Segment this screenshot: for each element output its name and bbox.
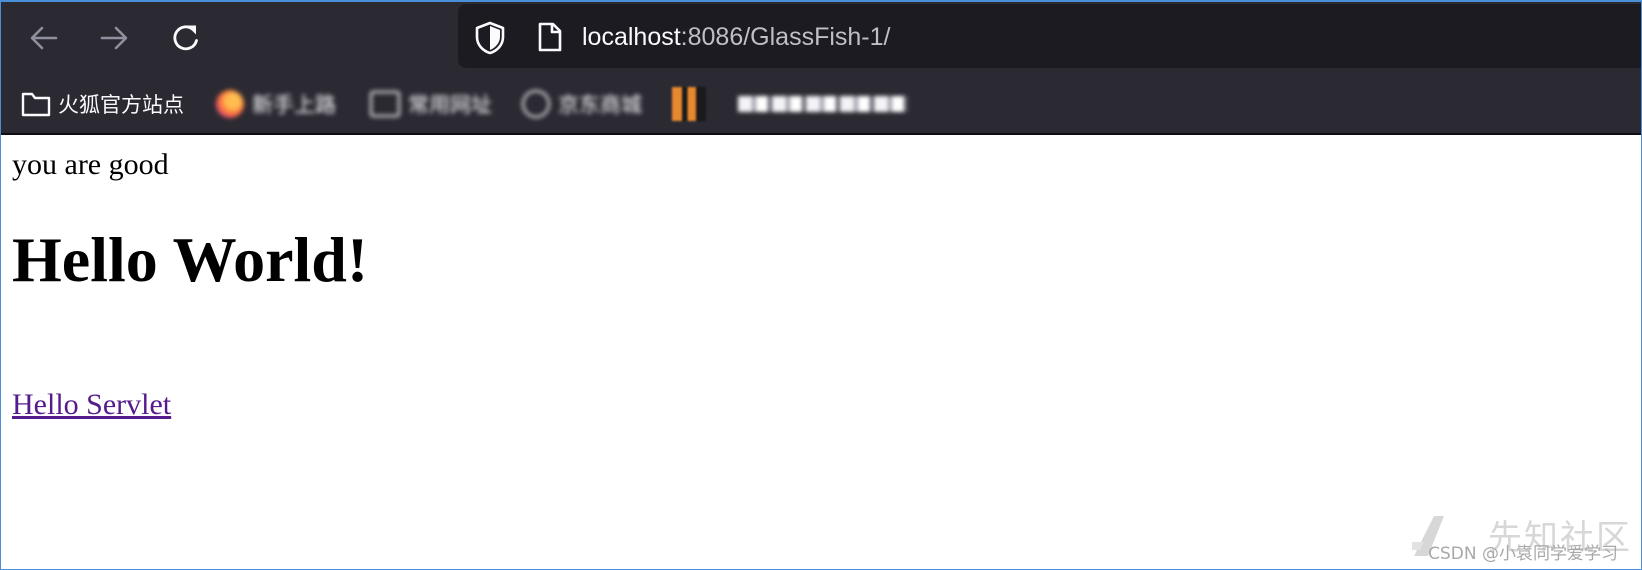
bookmark-item[interactable]	[672, 87, 706, 121]
bookmark-label: 火狐官方站点	[58, 94, 184, 117]
bookmark-folder[interactable]: 火狐官方站点	[20, 87, 184, 121]
url-text[interactable]: localhost:8086/GlassFish-1/	[582, 4, 891, 68]
folder-icon	[370, 91, 400, 117]
url-bar[interactable]: localhost:8086/GlassFish-1/	[458, 4, 1642, 68]
bookmark-item[interactable]: 新手上路	[216, 87, 336, 121]
bookmark-item[interactable]	[738, 87, 908, 121]
reload-button[interactable]	[166, 18, 206, 58]
greeting-text: you are good	[12, 148, 169, 181]
bookmark-item[interactable]: 常用网址	[370, 87, 492, 121]
arrow-right-icon	[100, 26, 128, 50]
arrow-left-icon	[30, 26, 58, 50]
bookmark-item[interactable]: 京东商城	[522, 87, 642, 121]
redacted-bookmark-icon	[738, 96, 908, 112]
watermark-credit: CSDN @小袁同学爱学习	[1428, 544, 1618, 564]
bookmarks-toolbar: 火狐官方站点 新手上路 常用网址 京东商城	[0, 75, 1642, 135]
globe-icon	[522, 90, 550, 118]
site-favicon-icon	[672, 87, 706, 121]
firefox-logo-icon	[216, 90, 244, 118]
forward-button[interactable]	[94, 18, 134, 58]
browser-toolbar: localhost:8086/GlassFish-1/	[0, 0, 1642, 75]
url-path: :8086/GlassFish-1/	[680, 23, 891, 51]
page-heading: Hello World!	[12, 224, 369, 295]
page-icon[interactable]	[536, 21, 564, 53]
hello-servlet-link[interactable]: Hello Servlet	[12, 388, 171, 422]
shield-icon[interactable]	[474, 21, 506, 55]
bookmark-label: 新手上路	[252, 94, 336, 117]
folder-icon	[21, 92, 51, 117]
back-button[interactable]	[24, 18, 64, 58]
bookmark-label: 常用网址	[408, 94, 492, 117]
watermark: 先知社区 CSDN @小袁同学爱学习	[1402, 510, 1632, 566]
reload-icon	[173, 25, 198, 51]
url-host: localhost	[582, 23, 681, 51]
bookmark-label: 京东商城	[558, 94, 642, 117]
